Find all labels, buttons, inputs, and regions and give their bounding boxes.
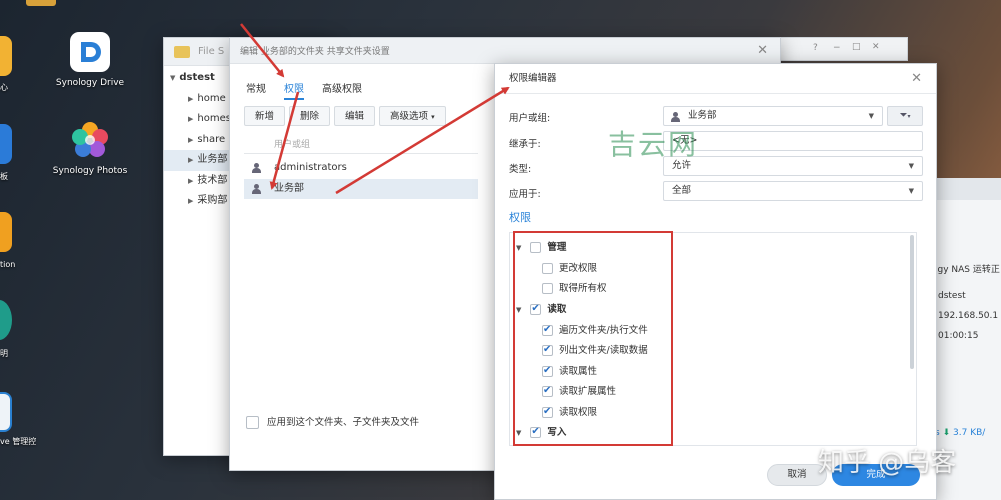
annotation-arrow <box>269 91 300 190</box>
annotation-arrow <box>240 23 285 78</box>
annotation-arrows <box>240 23 510 195</box>
annotation-arrow <box>335 86 510 195</box>
watermark-center: 吉云网 <box>608 128 699 161</box>
watermark-bottom: 知乎 @乌客 <box>818 448 957 478</box>
